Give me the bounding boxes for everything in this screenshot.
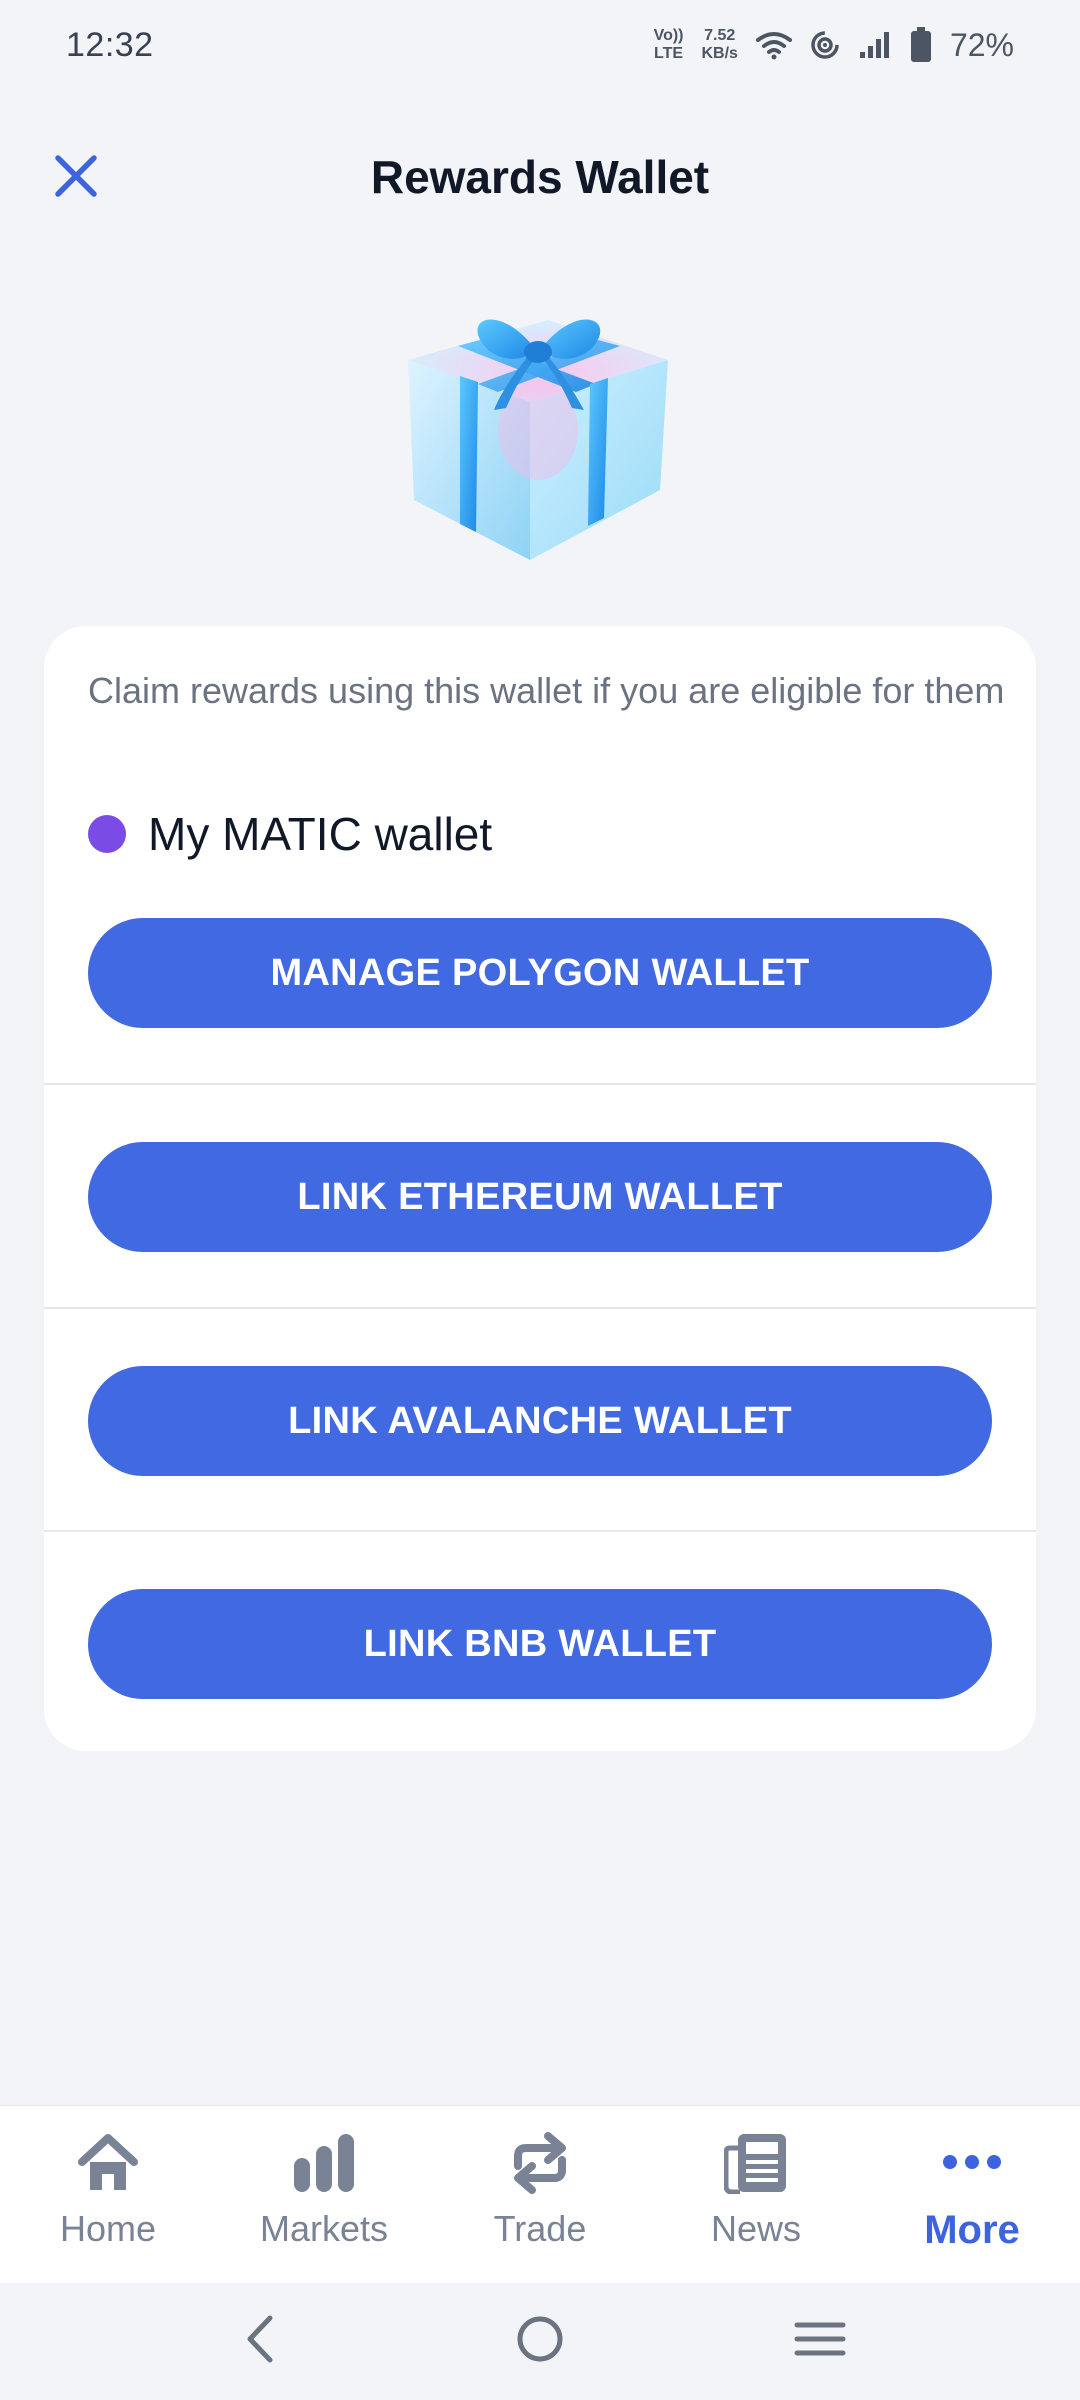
- home-system-button[interactable]: [500, 2302, 580, 2382]
- battery-icon: [910, 27, 932, 63]
- newspaper-icon: [716, 2128, 796, 2198]
- page-title: Rewards Wallet: [370, 151, 710, 203]
- nav-label-more: More: [924, 2208, 1020, 2252]
- nav-item-more[interactable]: More: [864, 2106, 1080, 2283]
- nav-label-home: Home: [59, 2208, 157, 2249]
- header: Rewards Wallet: [0, 130, 1080, 220]
- back-button[interactable]: [220, 2302, 300, 2382]
- signal-icon: [858, 30, 892, 60]
- home-circle-icon: [515, 2314, 565, 2369]
- home-icon: [68, 2128, 148, 2198]
- network-speed-unit: KB/s: [701, 45, 738, 62]
- screen: 12:32 Vo)) LTE 7.52 KB/s 72% Rewards Wal…: [0, 0, 1080, 2400]
- hotspot-icon: [810, 30, 840, 60]
- nav-item-home[interactable]: Home: [0, 2106, 216, 2283]
- status-bar: 12:32 Vo)) LTE 7.52 KB/s 72%: [0, 0, 1080, 90]
- volte-bottom: LTE: [654, 45, 684, 62]
- network-speed-value: 7.52: [704, 27, 736, 44]
- manage-polygon-wallet-button[interactable]: MANAGE POLYGON WALLET: [88, 918, 992, 1028]
- link-ethereum-wallet-button[interactable]: LINK ETHEREUM WALLET: [88, 1142, 992, 1252]
- wifi-icon: [755, 30, 792, 60]
- volte-top: Vo)): [653, 27, 684, 44]
- more-dots-icon: [932, 2128, 1012, 2198]
- divider: [44, 1307, 1036, 1309]
- nav-label-trade: Trade: [493, 2208, 587, 2249]
- swap-icon: [500, 2128, 580, 2198]
- nav-item-trade[interactable]: Trade: [432, 2106, 648, 2283]
- divider: [44, 1083, 1036, 1085]
- wallet-indicator-dot: [88, 815, 126, 853]
- bottom-navigation: Home Markets Trade News More: [0, 2105, 1080, 2283]
- divider: [44, 1530, 1036, 1532]
- card-description: Claim rewards using this wallet if you a…: [88, 670, 1005, 711]
- system-navigation-bar: [0, 2283, 1080, 2400]
- recents-button[interactable]: [780, 2302, 860, 2382]
- back-chevron-icon: [240, 2314, 280, 2369]
- nav-label-markets: Markets: [259, 2208, 389, 2249]
- link-bnb-wallet-button[interactable]: LINK BNB WALLET: [88, 1589, 992, 1699]
- link-avalanche-wallet-button[interactable]: LINK AVALANCHE WALLET: [88, 1366, 992, 1476]
- status-time: 12:32: [66, 25, 154, 64]
- network-speed: 7.52 KB/s: [702, 27, 738, 63]
- battery-percent: 72%: [949, 26, 1014, 63]
- status-icons: Vo)) LTE 7.52 KB/s 72%: [654, 27, 1014, 64]
- wallet-row: My MATIC wallet: [88, 804, 492, 864]
- volte-indicator: Vo)) LTE: [654, 27, 684, 63]
- gift-box-illustration: [398, 280, 682, 570]
- nav-label-news: News: [710, 2208, 802, 2249]
- nav-item-news[interactable]: News: [648, 2106, 864, 2283]
- nav-item-markets[interactable]: Markets: [216, 2106, 432, 2283]
- menu-lines-icon: [794, 2319, 846, 2364]
- rewards-wallet-card: Claim rewards using this wallet if you a…: [44, 626, 1036, 1751]
- wallet-name: My MATIC wallet: [148, 808, 493, 860]
- bar-chart-icon: [284, 2128, 364, 2198]
